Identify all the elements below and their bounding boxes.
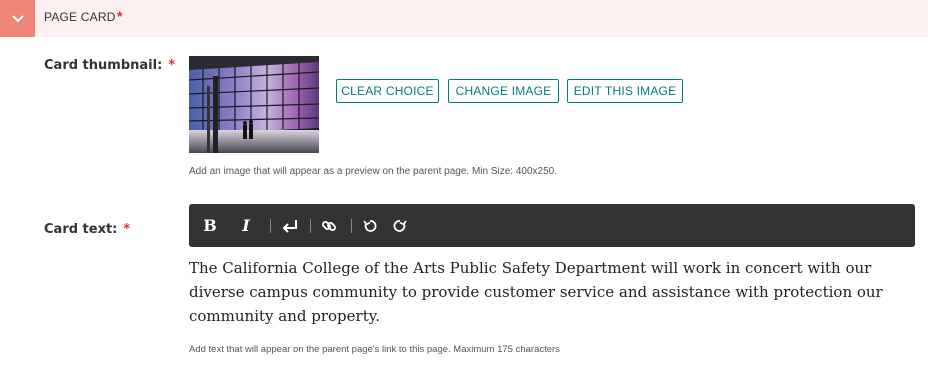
card-text-label: Card text: * bbox=[44, 222, 130, 237]
clear-choice-button[interactable]: CLEAR CHOICE bbox=[336, 79, 439, 103]
bold-button[interactable]: B bbox=[199, 204, 221, 247]
line-break-button[interactable] bbox=[279, 204, 301, 247]
edit-image-button[interactable]: EDIT THIS IMAGE bbox=[567, 79, 683, 103]
thumbnail-label: Card thumbnail: * bbox=[44, 58, 175, 73]
undo-icon bbox=[363, 219, 377, 232]
card-text-help-text: Add text that will appear on the parent … bbox=[189, 344, 560, 355]
chevron-down-icon bbox=[11, 14, 24, 22]
editor-toolbar: B I bbox=[189, 204, 915, 247]
toolbar-divider bbox=[351, 219, 352, 233]
redo-button[interactable] bbox=[389, 204, 411, 247]
section-title: PAGE CARD bbox=[44, 10, 116, 24]
redo-icon bbox=[393, 219, 407, 232]
link-icon bbox=[322, 220, 336, 231]
required-marker: * bbox=[117, 8, 123, 24]
italic-button[interactable]: I bbox=[235, 204, 257, 247]
card-text-editor[interactable]: The California College of the Arts Publi… bbox=[189, 256, 909, 328]
thumbnail-image bbox=[189, 56, 319, 153]
thumbnail-label-text: Card thumbnail: bbox=[44, 58, 163, 73]
link-button[interactable] bbox=[318, 204, 340, 247]
return-icon bbox=[282, 219, 297, 233]
change-image-button[interactable]: CHANGE IMAGE bbox=[448, 79, 559, 103]
thumbnail-help-text: Add an image that will appear as a previ… bbox=[189, 166, 558, 177]
toolbar-divider bbox=[270, 219, 271, 233]
undo-button[interactable] bbox=[359, 204, 381, 247]
required-marker: * bbox=[123, 222, 131, 237]
toolbar-divider bbox=[310, 219, 311, 233]
required-marker: * bbox=[168, 58, 176, 73]
section-header: PAGE CARD * bbox=[0, 0, 928, 37]
card-text-label-text: Card text: bbox=[44, 222, 118, 237]
collapse-toggle[interactable] bbox=[0, 0, 35, 37]
